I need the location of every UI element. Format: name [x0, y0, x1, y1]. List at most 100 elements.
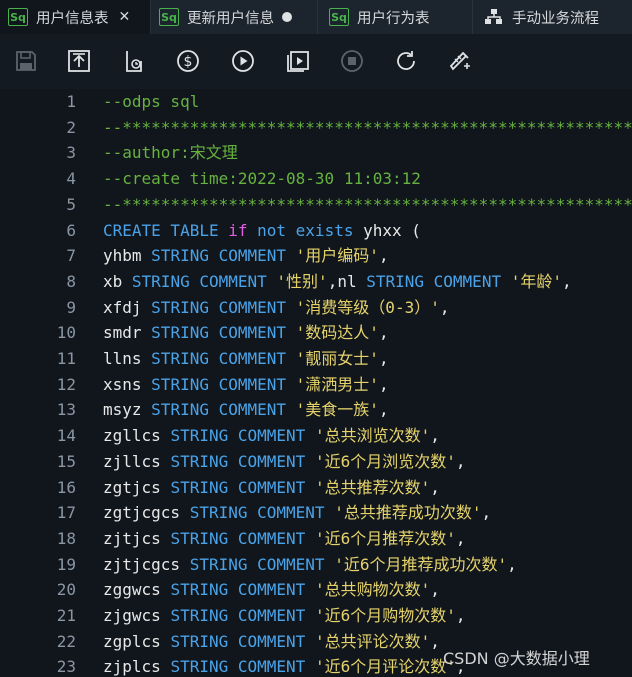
- code-token: STRING COMMENT: [170, 580, 315, 600]
- code-line[interactable]: 6 CREATE TABLE if not exists yhxx (: [0, 218, 632, 244]
- code-token: STRING COMMENT: [151, 323, 296, 343]
- code-line[interactable]: 14 zgllcs STRING COMMENT '总共浏览次数',: [0, 423, 632, 449]
- code-line[interactable]: 9 xfdj STRING COMMENT '消费等级（0-3）',: [0, 295, 632, 321]
- code-token: zgllcs: [103, 426, 171, 446]
- code-text: xb STRING COMMENT '性别',nl STRING COMMENT…: [103, 269, 572, 295]
- line-number: 9: [66, 297, 76, 317]
- code-text: zjplcs STRING COMMENT '近6个月评论次数',: [103, 654, 465, 677]
- code-token: ,: [455, 606, 466, 625]
- code-line[interactable]: 18 zjtjcs STRING COMMENT '近6个月推荐次数',: [0, 526, 632, 552]
- code-line[interactable]: 13 msyz STRING COMMENT '美食一族',: [0, 397, 632, 423]
- code-token: STRING COMMENT: [189, 554, 335, 574]
- tab-update-user-info[interactable]: Sq 更新用户信息: [151, 0, 318, 34]
- code-token: zjplcs: [103, 657, 171, 677]
- code-line[interactable]: 19 zjtjcgcs STRING COMMENT '近6个月推荐成功次数',: [0, 552, 632, 578]
- code-text: yhbm STRING COMMENT '用户编码',: [103, 243, 389, 269]
- code-text: zggwcs STRING COMMENT '总共购物次数',: [103, 577, 440, 603]
- code-token: ,: [455, 528, 466, 548]
- code-token: ,: [430, 580, 440, 600]
- code-text: zgllcs STRING COMMENT '总共浏览次数',: [103, 423, 440, 449]
- tab-user-behavior[interactable]: Sq 用户行为表: [318, 0, 473, 34]
- code-token: STRING COMMENT: [151, 297, 296, 317]
- refresh-icon[interactable]: [393, 48, 419, 74]
- tab-bar: Sq 用户信息表 ✕ Sq 更新用户信息 Sq 用户行为表 手动业务流程: [0, 0, 632, 34]
- code-line[interactable]: 17 zgtjcgcs STRING COMMENT '总共推荐成功次数',: [0, 500, 632, 526]
- run-icon[interactable]: [230, 48, 256, 74]
- run-with-params-icon[interactable]: [285, 48, 311, 74]
- code-token: STRING COMMENT: [366, 271, 511, 291]
- code-token: zjgwcs: [103, 606, 171, 625]
- code-text: xfdj STRING COMMENT '消费等级（0-3）',: [103, 295, 449, 321]
- code-line[interactable]: 16 zgtjcs STRING COMMENT '总共推荐次数',: [0, 475, 632, 501]
- watermark: CSDN @大数据小理: [443, 649, 590, 668]
- code-editor[interactable]: 1 --odps sql 2 --**************************…: [0, 89, 632, 677]
- code-token: '总共浏览次数': [314, 426, 431, 446]
- code-token: ,: [430, 477, 440, 497]
- code-token: if: [228, 220, 248, 240]
- code-token: --**************************************…: [103, 117, 632, 137]
- code-line[interactable]: 3 --author:宋文理: [0, 140, 632, 166]
- code-line[interactable]: 8 xb STRING COMMENT '性别',nl STRING COMMEN…: [0, 269, 632, 295]
- code-text: smdr STRING COMMENT '数码达人',: [103, 320, 389, 346]
- code-token: ,: [455, 451, 466, 471]
- tab-manual-workflow[interactable]: 手动业务流程: [473, 0, 632, 34]
- dollar-icon[interactable]: $: [175, 48, 201, 74]
- code-token: ,: [378, 246, 389, 266]
- save-icon[interactable]: [13, 48, 39, 74]
- code-line[interactable]: 1 --odps sql: [0, 89, 632, 115]
- code-line[interactable]: 15 zjllcs STRING COMMENT '近6个月浏览次数',: [0, 449, 632, 475]
- code-token: STRING COMMENT: [189, 503, 335, 523]
- code-token: xfdj: [103, 297, 152, 317]
- line-number: 3: [66, 143, 76, 163]
- code-text: xsns STRING COMMENT '潇洒男士',: [103, 372, 389, 398]
- upload-icon[interactable]: [66, 48, 92, 74]
- code-token: STRING COMMENT: [170, 477, 315, 497]
- code-text: CREATE TABLE if not exists yhxx (: [103, 218, 421, 244]
- line-number: 13: [56, 400, 76, 420]
- code-token: STRING COMMENT: [170, 606, 315, 625]
- code-line[interactable]: 21 zjgwcs STRING COMMENT '近6个月购物次数',: [0, 603, 632, 629]
- code-token: STRING COMMENT: [151, 400, 296, 420]
- stop-icon[interactable]: [339, 48, 365, 74]
- code-token: yhxx (: [353, 220, 421, 240]
- tab-user-info[interactable]: Sq 用户信息表 ✕: [0, 0, 151, 34]
- code-text: --create time:2022-08-30 11:03:12: [103, 166, 421, 192]
- code-token: CREATE TABLE: [103, 220, 229, 240]
- sql-file-icon: Sq: [8, 8, 28, 26]
- code-token: STRING COMMENT: [151, 349, 296, 368]
- close-icon[interactable]: ✕: [119, 9, 131, 25]
- workflow-icon: [484, 8, 504, 26]
- line-number: 1: [66, 92, 76, 111]
- code-token: STRING COMMENT: [151, 246, 296, 266]
- code-text: msyz STRING COMMENT '美食一族',: [103, 397, 389, 423]
- line-number: 10: [56, 323, 76, 343]
- line-number: 5: [66, 194, 76, 214]
- code-line[interactable]: 5 --*************************************…: [0, 192, 632, 218]
- line-number: 12: [56, 374, 76, 394]
- sql-file-icon: Sq: [159, 8, 179, 26]
- line-number: 11: [56, 349, 76, 368]
- code-token: STRING COMMENT: [170, 528, 315, 548]
- tab-label: 更新用户信息: [187, 10, 274, 27]
- code-line[interactable]: 10 smdr STRING COMMENT '数码达人',: [0, 320, 632, 346]
- code-line[interactable]: 20 zggwcs STRING COMMENT '总共购物次数',: [0, 577, 632, 603]
- line-number: 16: [56, 477, 76, 497]
- format-icon[interactable]: [448, 48, 474, 74]
- code-token: ,: [378, 374, 389, 394]
- code-line[interactable]: 11 llns STRING COMMENT '靓丽女士',: [0, 346, 632, 372]
- code-token: ,: [378, 349, 389, 368]
- code-token: '总共评论次数': [314, 631, 431, 651]
- code-token: '靓丽女士': [295, 349, 379, 368]
- code-line[interactable]: 7 yhbm STRING COMMENT '用户编码',: [0, 243, 632, 269]
- code-line[interactable]: 2 --*************************************…: [0, 115, 632, 141]
- code-token: '近6个月购物次数': [314, 606, 456, 625]
- code-token: '总共购物次数': [314, 580, 431, 600]
- code-token: STRING COMMENT: [151, 374, 296, 394]
- line-number: 7: [66, 246, 76, 266]
- unsaved-dot-icon[interactable]: [282, 12, 292, 22]
- schedule-icon[interactable]: [121, 48, 147, 74]
- code-token: --create time:2022-08-30 11:03:12: [103, 169, 421, 189]
- code-text: zjllcs STRING COMMENT '近6个月浏览次数',: [103, 449, 465, 475]
- code-line[interactable]: 12 xsns STRING COMMENT '潇洒男士',: [0, 372, 632, 398]
- code-line[interactable]: 4 --create time:2022-08-30 11:03:12: [0, 166, 632, 192]
